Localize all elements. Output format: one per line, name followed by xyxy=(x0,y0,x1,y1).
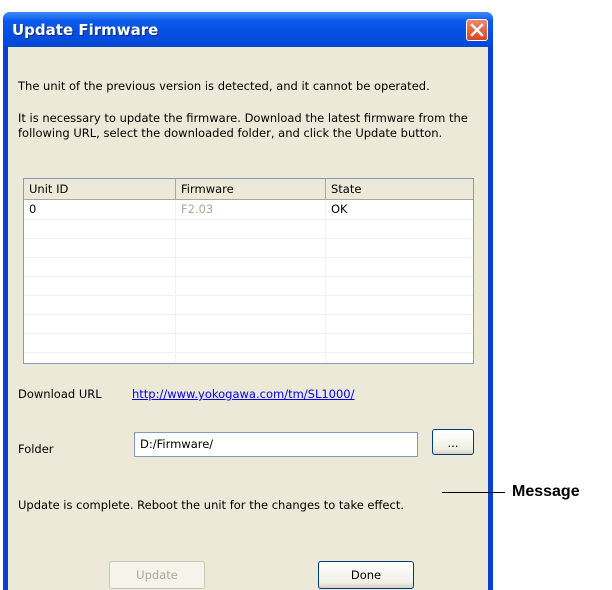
close-button[interactable] xyxy=(466,19,488,41)
unit-table[interactable]: Unit ID Firmware State 0 F2.03 OK xyxy=(23,178,474,364)
cell-state: OK xyxy=(331,202,348,216)
table-row[interactable] xyxy=(24,276,473,296)
table-header: Unit ID Firmware State xyxy=(24,179,473,200)
table-row[interactable] xyxy=(24,257,473,277)
download-url-link[interactable]: http://www.yokogawa.com/tm/SL1000/ xyxy=(132,387,355,401)
cell-firmware: F2.03 xyxy=(176,200,326,219)
message-callout: Message xyxy=(512,483,580,500)
update-firmware-window: Update Firmware The unit of the previous… xyxy=(3,12,493,590)
status-message: Update is complete. Reboot the unit for … xyxy=(18,498,404,512)
folder-label: Folder xyxy=(18,442,54,456)
close-icon xyxy=(470,23,484,37)
instructions-text: It is necessary to update the firmware. … xyxy=(18,111,468,140)
callout-line xyxy=(442,492,505,493)
table-row[interactable] xyxy=(24,352,473,363)
column-header-unit-id[interactable]: Unit ID xyxy=(24,179,176,199)
detected-message: The unit of the previous version is dete… xyxy=(18,79,430,93)
folder-input[interactable]: D:/Firmware/ xyxy=(134,432,418,457)
window-title: Update Firmware xyxy=(12,21,159,39)
table-row[interactable] xyxy=(24,219,473,239)
column-header-firmware[interactable]: Firmware xyxy=(176,179,326,199)
table-row[interactable] xyxy=(24,295,473,315)
dialog-body: The unit of the previous version is dete… xyxy=(8,47,488,590)
table-row[interactable]: 0 F2.03 OK xyxy=(24,200,473,220)
update-button[interactable]: Update xyxy=(109,561,205,589)
table-row[interactable] xyxy=(24,238,473,258)
browse-button[interactable]: ... xyxy=(432,429,474,455)
done-button[interactable]: Done xyxy=(318,561,414,589)
column-header-state[interactable]: State xyxy=(326,179,473,199)
table-row[interactable] xyxy=(24,333,473,353)
table-row[interactable] xyxy=(24,314,473,334)
title-bar[interactable]: Update Firmware xyxy=(3,12,493,47)
cell-unit-id: 0 xyxy=(24,200,176,219)
download-url-label: Download URL xyxy=(18,387,102,401)
